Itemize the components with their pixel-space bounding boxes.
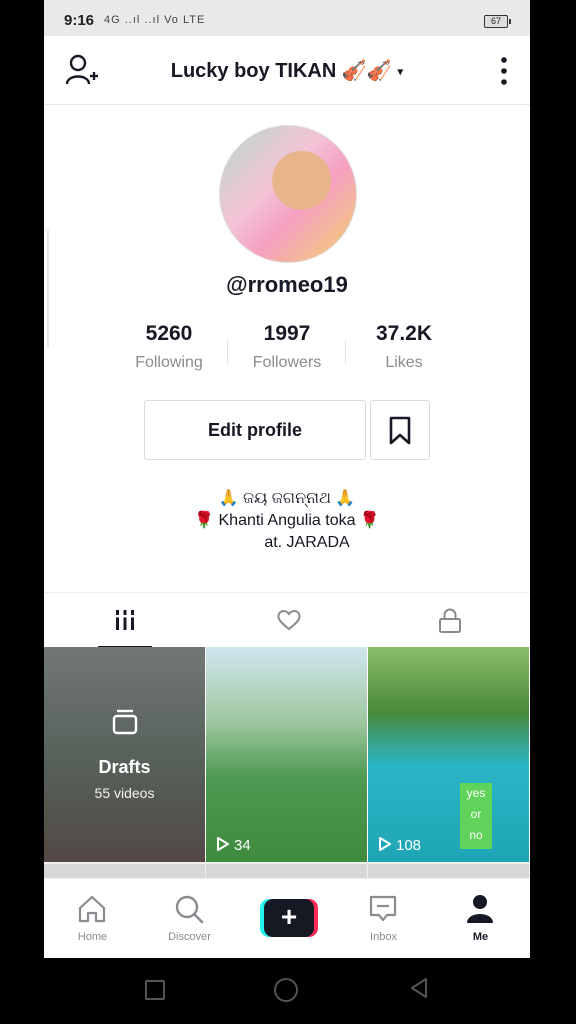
stat-followers-label: Followers [252,354,322,371]
stat-following-value: 5260 [145,322,193,345]
stat-followers-value: 1997 [263,322,311,345]
tab-liked[interactable] [206,593,368,647]
status-bar: 9:16 4G ..ıl ..ıl Vo LTE 67 [44,0,530,36]
back-icon[interactable] [408,976,430,1000]
bio-line: 🌹 Khanti Angulia toka 🌹 [194,512,380,529]
video-grid: Drafts 55 videos 34 yes or no 108 [44,647,530,862]
video-tile[interactable] [44,864,205,878]
nav-label: Me [472,931,489,943]
video-tile[interactable]: 34 [206,647,367,862]
stat-likes-value: 37.2K [375,322,433,345]
play-count-value: 34 [234,837,251,854]
sticker-text: or [470,807,482,821]
bookmark-icon [389,416,411,445]
drafts-title: Drafts [98,757,151,777]
stat-likes-label: Likes [385,354,423,371]
content-tabs [44,592,530,648]
home-icon [78,895,106,923]
more-options-icon[interactable] [494,54,514,88]
drafts-count: 55 videos [94,785,155,801]
nav-me[interactable]: Me [432,879,529,958]
battery-icon: 67 [484,15,511,28]
nav-label: Inbox [370,931,397,943]
drafts-icon [112,709,138,735]
profile-header: Lucky boy TIKAN 🎻🎻 ▾ [44,36,530,105]
sticker-text: no [469,828,483,842]
create-video-button[interactable]: + [260,899,318,937]
nav-home[interactable]: Home [44,879,141,958]
play-icon [379,837,391,851]
search-icon [175,895,204,924]
bio: 🙏 ଜୟ ଜଗନ୍ନାଥ 🙏 🌹 Khanti Angulia toka 🌹 a… [44,488,530,554]
scroll-edge-indicator [47,230,49,348]
stat-followers[interactable]: 1997 Followers [227,322,347,372]
video-tile[interactable] [368,864,529,878]
nav-label: Discover [168,931,211,943]
account-switcher[interactable]: Lucky boy TIKAN 🎻🎻 ▾ [44,58,530,83]
sticker-text: yes [466,786,486,800]
edit-profile-button[interactable]: Edit profile [144,400,366,460]
tab-private[interactable] [368,593,530,647]
status-time: 9:16 [64,12,95,29]
stat-likes[interactable]: 37.2K Likes [344,322,464,372]
play-count-value: 108 [396,837,422,854]
android-navigation-bar [0,958,576,1024]
bio-line: at. JARADA [264,534,350,551]
app-screen: 9:16 4G ..ıl ..ıl Vo LTE 67 Lucky boy TI… [44,0,530,958]
video-tile[interactable] [206,864,367,878]
plus-icon: + [264,899,314,937]
avatar[interactable] [219,125,357,263]
username: @rromeo19 [226,272,348,297]
play-count: 108 [378,836,421,854]
drafts-tile[interactable]: Drafts 55 videos [44,647,205,862]
overlay [44,647,205,862]
account-name: Lucky boy TIKAN 🎻🎻 [170,60,392,82]
nav-label: Home [77,931,108,943]
chevron-down-icon: ▾ [397,64,404,79]
recents-button[interactable] [145,980,165,1000]
stat-following-label: Following [135,354,203,371]
videos-grid-icon [114,610,136,630]
tab-videos[interactable] [44,593,206,648]
bio-line: 🙏 ଜୟ ଜଗନ୍ନାଥ 🙏 [218,490,356,507]
home-button[interactable] [274,978,298,1002]
favorites-button[interactable] [370,400,430,460]
play-icon [217,837,229,851]
inbox-icon [369,895,397,922]
video-grid-next-row [44,862,530,878]
sticker: yes or no [460,783,492,849]
video-tile[interactable]: yes or no 108 [368,647,529,862]
nav-discover[interactable]: Discover [141,879,238,958]
nav-inbox[interactable]: Inbox [335,879,432,958]
lock-icon [439,608,461,633]
stat-following[interactable]: 5260 Following [109,322,229,372]
person-icon [467,895,493,923]
play-count: 34 [216,836,251,854]
heart-icon [277,610,301,631]
signal-indicator: 4G ..ıl ..ıl Vo LTE [104,14,206,26]
bottom-nav: Home Discover + Inbox Me [44,878,530,958]
